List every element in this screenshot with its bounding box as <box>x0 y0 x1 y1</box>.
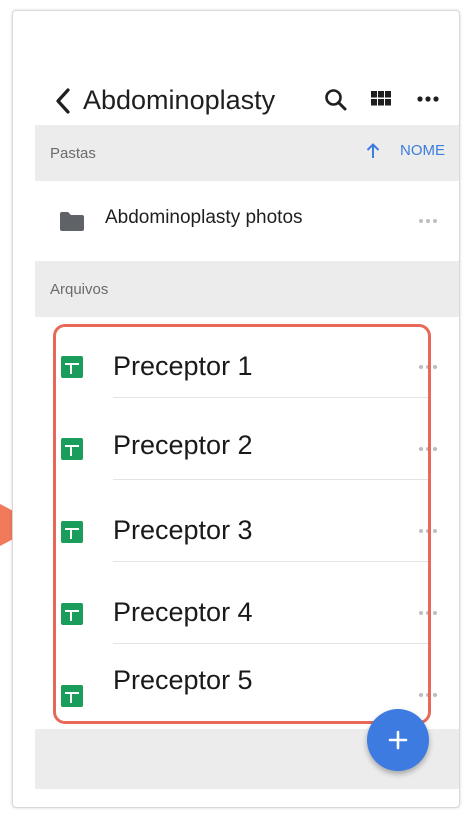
folder-more-icon[interactable] <box>417 217 439 225</box>
google-sheets-icon <box>61 521 83 543</box>
google-sheets-icon <box>61 685 83 707</box>
folders-section-label: Pastas <box>50 145 96 162</box>
grid-view-icon[interactable] <box>370 88 392 110</box>
folders-section-header: Pastas NOME <box>35 125 459 181</box>
file-row[interactable]: Preceptor 2 <box>13 401 459 483</box>
phone-screen: Abdominoplasty Pastas NOME Abdominoplast… <box>12 10 460 808</box>
google-sheets-icon <box>61 438 83 460</box>
file-more-icon[interactable] <box>417 527 439 535</box>
file-row[interactable]: Preceptor 1 <box>13 321 459 403</box>
row-divider <box>113 561 431 562</box>
file-more-icon[interactable] <box>417 609 439 617</box>
chevron-left-icon[interactable] <box>53 87 73 115</box>
file-name: Preceptor 2 <box>113 430 253 460</box>
row-divider <box>113 397 431 398</box>
folder-icon <box>60 212 84 231</box>
folder-row[interactable]: Abdominoplasty photos <box>13 186 459 256</box>
file-name: Preceptor 3 <box>113 515 253 545</box>
file-more-icon[interactable] <box>417 445 439 453</box>
file-more-icon[interactable] <box>417 363 439 371</box>
file-row[interactable]: Preceptor 3 <box>13 483 459 565</box>
files-section-header: Arquivos <box>35 261 459 317</box>
top-app-bar: Abdominoplasty <box>13 71 459 127</box>
file-name: Preceptor 1 <box>113 351 253 381</box>
row-divider <box>113 479 431 480</box>
google-sheets-icon <box>61 356 83 378</box>
file-name: Preceptor 5 <box>113 665 253 695</box>
arrow-up-icon <box>366 142 380 158</box>
row-divider <box>113 643 431 644</box>
page-title: Abdominoplasty <box>83 85 276 115</box>
sort-by-name-button[interactable]: NOME <box>366 142 445 159</box>
more-horizontal-icon[interactable] <box>415 89 441 109</box>
files-section-label: Arquivos <box>50 281 109 298</box>
search-icon[interactable] <box>323 87 349 113</box>
folder-name: Abdominoplasty photos <box>105 207 303 228</box>
sort-label: NOME <box>400 142 445 159</box>
add-fab-button[interactable] <box>367 709 429 771</box>
plus-icon <box>388 730 408 750</box>
file-more-icon[interactable] <box>417 691 439 699</box>
google-sheets-icon <box>61 603 83 625</box>
file-name: Preceptor 4 <box>113 597 253 627</box>
file-row[interactable]: Preceptor 4 <box>13 565 459 647</box>
